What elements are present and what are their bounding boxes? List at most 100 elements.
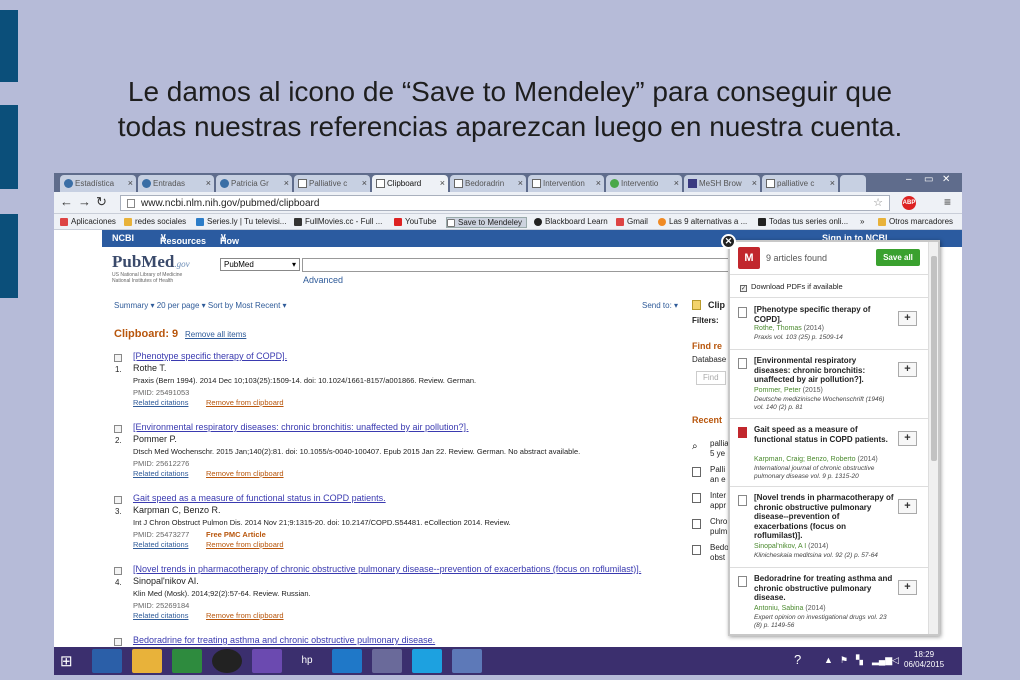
close-icon[interactable]: × bbox=[284, 178, 289, 188]
tray-arrow-icon[interactable]: ▲ bbox=[824, 655, 833, 665]
bookmark-item[interactable]: Blackboard Learn bbox=[534, 217, 608, 226]
tab[interactable]: Intervention × bbox=[528, 175, 604, 192]
bookmark-item[interactable]: Gmail bbox=[616, 217, 648, 226]
mail-app-icon[interactable] bbox=[332, 649, 362, 673]
close-icon[interactable]: × bbox=[206, 178, 211, 188]
forward-icon[interactable]: → bbox=[78, 195, 91, 209]
bookmark-item[interactable]: Series.ly | Tu televisi... bbox=[196, 217, 286, 226]
internet-explorer-icon[interactable] bbox=[92, 649, 122, 673]
scrollbar-thumb[interactable] bbox=[931, 256, 937, 461]
windows-start-icon[interactable]: ⊞ bbox=[60, 652, 73, 670]
more-bookmarks[interactable]: » bbox=[860, 217, 864, 226]
tab[interactable]: MeSH Brow × bbox=[684, 175, 760, 192]
volume-icon[interactable]: ◁ bbox=[892, 655, 899, 666]
send-to-menu[interactable]: Send to: ▾ bbox=[642, 301, 678, 310]
add-article-button[interactable]: + bbox=[898, 362, 917, 377]
panel-scrollbar[interactable] bbox=[928, 242, 938, 634]
howto-menu[interactable]: How To ⊻ bbox=[220, 233, 239, 256]
result-title-link[interactable]: Bedoradrine for treating asthma and chro… bbox=[133, 635, 435, 645]
close-window-icon[interactable]: ✕ bbox=[942, 174, 950, 185]
close-icon[interactable]: × bbox=[518, 178, 523, 188]
reload-icon[interactable]: ↻ bbox=[96, 195, 107, 209]
checkbox-checked-icon[interactable]: ✓ bbox=[740, 285, 747, 292]
store-icon[interactable] bbox=[172, 649, 202, 673]
database-select[interactable]: PubMed ▾ bbox=[220, 258, 300, 271]
display-settings[interactable]: Summary ▾ 20 per page ▾ Sort by Most Rec… bbox=[114, 301, 287, 310]
recent-item[interactable]: Chro pulm bbox=[710, 517, 727, 537]
related-citations-link[interactable]: Related citations bbox=[133, 398, 188, 407]
new-tab-button[interactable] bbox=[840, 175, 866, 192]
chrome-icon[interactable] bbox=[372, 649, 402, 673]
remove-all-link[interactable]: Remove all items bbox=[185, 330, 246, 339]
skype-icon[interactable] bbox=[412, 649, 442, 673]
recent-item[interactable]: Palli an e bbox=[710, 465, 726, 485]
minimize-icon[interactable]: – bbox=[906, 174, 912, 185]
result-title-link[interactable]: Gait speed as a measure of functional st… bbox=[133, 493, 386, 503]
pubmed-logo[interactable]: PubMed.gov bbox=[112, 252, 190, 272]
related-citations-link[interactable]: Related citations bbox=[133, 540, 188, 549]
bookmark-item[interactable]: Todas tus series onli... bbox=[758, 217, 848, 226]
add-article-button[interactable]: + bbox=[898, 311, 917, 326]
address-bar[interactable]: www.ncbi.nlm.nih.gov/pubmed/clipboard ☆ bbox=[120, 195, 890, 211]
network-icon[interactable]: ▚ bbox=[856, 655, 863, 666]
free-pmc-badge[interactable]: Free PMC Article bbox=[206, 530, 266, 539]
add-article-button[interactable]: + bbox=[898, 580, 917, 595]
taskbar-clock[interactable]: 18:29 06/04/2015 bbox=[904, 650, 944, 670]
result-checkbox[interactable] bbox=[114, 496, 122, 504]
advanced-link[interactable]: Advanced bbox=[303, 275, 343, 285]
save-all-button[interactable]: Save all bbox=[876, 249, 920, 266]
add-article-button[interactable]: + bbox=[898, 431, 917, 446]
related-citations-link[interactable]: Related citations bbox=[133, 611, 188, 620]
remove-from-clipboard-link[interactable]: Remove from clipboard bbox=[206, 611, 284, 620]
menu-icon[interactable]: ≡ bbox=[944, 195, 951, 209]
result-checkbox[interactable] bbox=[114, 425, 122, 433]
remove-from-clipboard-link[interactable]: Remove from clipboard bbox=[206, 540, 284, 549]
signal-icon[interactable]: ▂▄▆ bbox=[872, 655, 892, 666]
tab[interactable]: Palliative c × bbox=[294, 175, 370, 192]
recent-item[interactable]: Inter appr bbox=[710, 491, 726, 511]
bookmark-item[interactable]: Aplicaciones bbox=[60, 217, 116, 226]
back-icon[interactable]: ← bbox=[60, 195, 73, 209]
tab[interactable]: Entradas × bbox=[138, 175, 214, 192]
close-icon[interactable]: × bbox=[830, 178, 835, 188]
recent-item[interactable]: pallia 5 ye bbox=[710, 439, 729, 459]
result-title-link[interactable]: [Novel trends in pharmacotherapy of chro… bbox=[133, 564, 641, 574]
resources-menu[interactable]: Resources ⊻ bbox=[160, 233, 206, 246]
result-checkbox[interactable] bbox=[114, 567, 122, 575]
search-input[interactable] bbox=[302, 258, 732, 272]
maximize-icon[interactable]: ▭ bbox=[924, 174, 933, 185]
download-pdfs-option[interactable]: ✓ Download PDFs if available bbox=[740, 282, 843, 292]
bookmark-item[interactable]: redes sociales bbox=[124, 217, 186, 226]
close-icon[interactable]: × bbox=[596, 178, 601, 188]
hp-icon[interactable]: hp bbox=[292, 649, 322, 673]
result-checkbox[interactable] bbox=[114, 638, 122, 646]
close-icon[interactable]: × bbox=[128, 178, 133, 188]
recent-item[interactable]: Bedo obst bbox=[710, 543, 729, 563]
close-icon[interactable]: × bbox=[752, 178, 757, 188]
adblock-icon[interactable]: ABP bbox=[902, 196, 916, 210]
related-citations-link[interactable]: Related citations bbox=[133, 469, 188, 478]
bookmark-item[interactable]: FullMovies.cc - Full ... bbox=[294, 217, 382, 226]
star-icon[interactable]: ☆ bbox=[873, 196, 883, 209]
tab[interactable]: Bedoradrin × bbox=[450, 175, 526, 192]
tab[interactable]: Interventio × bbox=[606, 175, 682, 192]
remove-from-clipboard-link[interactable]: Remove from clipboard bbox=[206, 398, 284, 407]
close-icon[interactable]: × bbox=[674, 178, 679, 188]
result-checkbox[interactable] bbox=[114, 354, 122, 362]
result-title-link[interactable]: [Environmental respiratory diseases: chr… bbox=[133, 422, 469, 432]
bookmark-save-to-mendeley[interactable]: Save to Mendeley bbox=[446, 217, 528, 228]
tab[interactable]: Estadística × bbox=[60, 175, 136, 192]
add-article-button[interactable]: + bbox=[898, 499, 917, 514]
bookmark-item[interactable]: YouTube bbox=[394, 217, 436, 226]
media-app-icon[interactable] bbox=[252, 649, 282, 673]
bookmark-item[interactable]: Otros marcadores bbox=[878, 217, 953, 226]
file-explorer-icon[interactable] bbox=[132, 649, 162, 673]
bookmark-item[interactable]: Las 9 alternativas a ... bbox=[658, 217, 747, 226]
flag-icon[interactable]: ⚑ bbox=[840, 655, 848, 666]
ncbi-logo[interactable]: NCBI bbox=[112, 233, 134, 243]
close-icon[interactable]: × bbox=[362, 178, 367, 188]
find-button[interactable]: Find bbox=[696, 371, 726, 385]
help-icon[interactable]: ? bbox=[794, 652, 801, 667]
app-icon[interactable] bbox=[452, 649, 482, 673]
tab-clipboard[interactable]: Clipboard × bbox=[372, 175, 448, 192]
